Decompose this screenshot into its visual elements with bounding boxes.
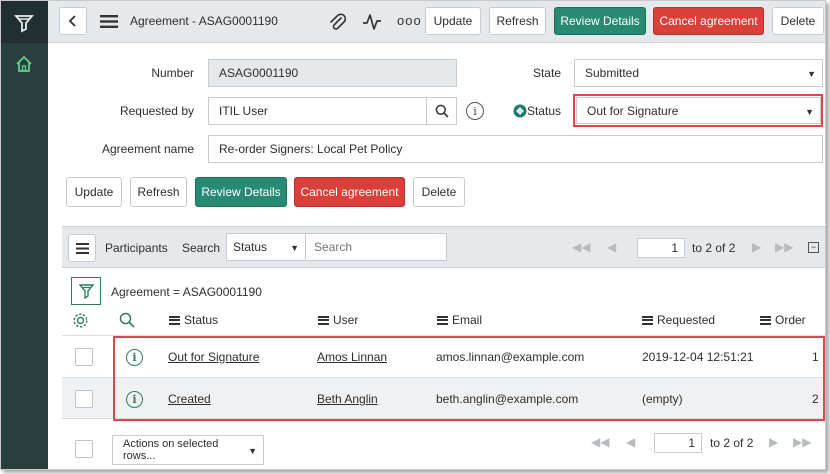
app-window: Agreement - ASAG0001190 ooo Update Refre… — [0, 0, 826, 470]
actions-select[interactable]: Actions on selected rows... ▼ — [112, 435, 264, 465]
agreement-name-field[interactable]: Re-order Signers: Local Pet Policy — [208, 135, 823, 163]
list-menu-button[interactable] — [68, 234, 96, 262]
search-column-value: Status — [233, 240, 268, 254]
column-search-icon[interactable] — [119, 312, 135, 331]
lookup-button[interactable] — [426, 97, 457, 125]
search-column-select[interactable]: Status ▼ — [226, 233, 306, 261]
list-search-input[interactable]: Search — [305, 233, 447, 261]
column-header-requested[interactable]: Requested — [642, 313, 715, 327]
state-label: State — [532, 66, 561, 80]
column-status-label: Status — [184, 313, 219, 327]
page-number-input[interactable]: 1 — [637, 238, 685, 258]
form-header: Agreement - ASAG0001190 ooo Update Refre… — [48, 1, 825, 43]
column-requested-label: Requested — [657, 313, 716, 327]
home-icon[interactable] — [15, 55, 33, 76]
more-options-icon[interactable]: ooo — [397, 13, 422, 28]
first-page-icon[interactable]: ◀◀ — [572, 240, 590, 254]
chevron-left-icon — [68, 15, 76, 27]
column-header-order[interactable]: Order — [760, 313, 806, 327]
next-page-icon[interactable]: ▶ — [752, 240, 761, 254]
form-refresh-button[interactable]: Refresh — [130, 177, 187, 207]
list-settings-icon[interactable] — [72, 312, 89, 332]
last-page-icon[interactable]: ▶▶ — [775, 240, 793, 254]
footer-first-page-icon[interactable]: ◀◀ — [591, 435, 609, 449]
number-field[interactable]: ASAG0001190 — [208, 59, 457, 87]
chevron-down-icon: ▼ — [807, 69, 816, 79]
previous-page-icon[interactable]: ◀ — [607, 240, 616, 254]
search-icon — [435, 104, 449, 118]
delete-button[interactable]: Delete — [772, 7, 824, 35]
page-title: Agreement - ASAG0001190 — [130, 14, 278, 28]
column-header-status[interactable]: Status — [169, 313, 218, 327]
activity-icon[interactable] — [362, 12, 382, 35]
row-checkbox[interactable] — [75, 390, 93, 408]
related-list-title: Participants — [105, 241, 168, 255]
form-delete-button[interactable]: Delete — [413, 177, 465, 207]
review-details-button[interactable]: Review Details — [554, 7, 646, 35]
paperclip-icon[interactable] — [328, 12, 347, 35]
related-list-toolbar: Participants Search Status ▼ Search ◀◀ ◀… — [62, 226, 825, 268]
left-nav — [1, 1, 48, 469]
row-checkbox[interactable] — [75, 348, 93, 366]
chevron-down-icon: ▼ — [290, 243, 299, 253]
cancel-agreement-button[interactable]: Cancel agreement — [653, 7, 764, 35]
column-menu-icon[interactable] — [642, 315, 653, 325]
column-menu-icon[interactable] — [318, 315, 329, 325]
footer-page-range-text: to 2 of 2 — [710, 436, 754, 450]
form-review-details-button[interactable]: Review Details — [195, 177, 287, 207]
footer-last-page-icon[interactable]: ▶▶ — [793, 435, 811, 449]
agreement-name-label: Agreement name — [101, 142, 194, 156]
hamburger-icon — [75, 242, 89, 254]
collapse-icon[interactable]: − — [808, 242, 819, 253]
funnel-icon — [78, 284, 94, 299]
form-update-button[interactable]: Update — [66, 177, 122, 207]
column-header-email[interactable]: Email — [437, 313, 482, 327]
column-user-label: User — [333, 313, 359, 327]
footer-page-number-input[interactable]: 1 — [654, 433, 702, 453]
column-menu-icon[interactable] — [760, 315, 771, 325]
column-order-label: Order — [775, 313, 806, 327]
update-button[interactable]: Update — [425, 7, 481, 35]
preview-info-icon[interactable]: i — [466, 102, 484, 120]
chevron-down-icon: ▼ — [248, 446, 257, 456]
filter-navigator-icon[interactable] — [14, 13, 34, 36]
select-all-checkbox[interactable] — [75, 440, 93, 458]
column-menu-icon[interactable] — [169, 315, 180, 325]
column-email-label: Email — [452, 313, 483, 327]
requested-by-label: Requested by — [119, 104, 194, 118]
requested-by-field[interactable]: ITIL User — [208, 97, 427, 125]
state-select-value: Submitted — [585, 66, 640, 80]
status-label: Status — [526, 104, 561, 118]
footer-next-page-icon[interactable]: ▶ — [769, 435, 778, 449]
back-button[interactable] — [59, 7, 87, 35]
state-select[interactable]: Submitted ▼ — [574, 59, 823, 87]
context-menu-icon[interactable] — [100, 14, 118, 32]
column-header-user[interactable]: User — [318, 313, 358, 327]
column-menu-icon[interactable] — [437, 315, 448, 325]
number-label: Number — [151, 66, 194, 80]
filter-toggle-button[interactable] — [71, 277, 101, 305]
actions-select-value: Actions on selected rows... — [123, 438, 219, 462]
form-cancel-agreement-button[interactable]: Cancel agreement — [294, 177, 405, 207]
rows-highlight-box — [113, 336, 825, 421]
status-highlight-box — [573, 94, 823, 127]
filter-breadcrumb[interactable]: Agreement = ASAG0001190 — [111, 285, 262, 299]
refresh-button[interactable]: Refresh — [489, 7, 546, 35]
footer-previous-page-icon[interactable]: ◀ — [626, 435, 635, 449]
page-range-text: to 2 of 2 — [692, 241, 736, 255]
search-label: Search — [182, 241, 221, 255]
